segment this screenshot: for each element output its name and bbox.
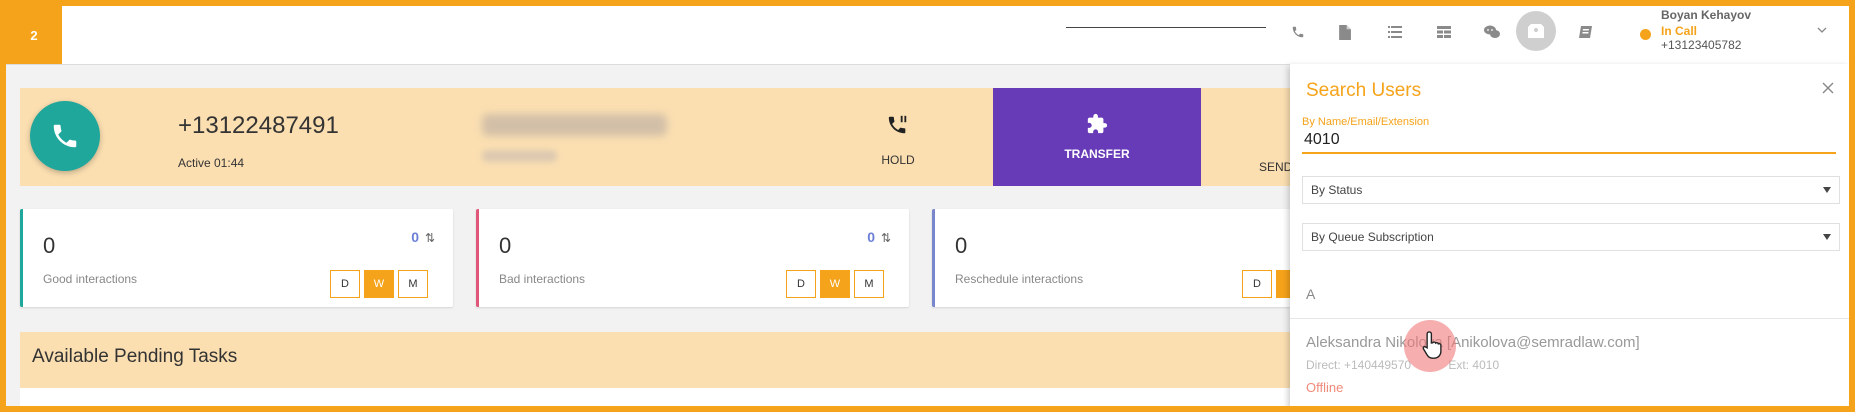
period-day-button[interactable]: D <box>786 270 816 298</box>
card-label: Good interactions <box>43 272 138 286</box>
dropdown-arrow-icon <box>1823 187 1831 193</box>
status-dot <box>1640 29 1651 40</box>
progress-line <box>1066 27 1266 28</box>
pending-tasks-title: Available Pending Tasks <box>32 346 238 367</box>
redacted-caller-info <box>482 150 557 162</box>
queue-select-label: By Queue Subscription <box>1311 230 1434 244</box>
document-icon[interactable] <box>1332 20 1356 44</box>
user-card-icon[interactable] <box>1516 11 1556 51</box>
user-result-status: Offline <box>1306 380 1344 395</box>
send-label[interactable]: SEND <box>1259 160 1292 174</box>
user-status: In Call <box>1661 24 1698 38</box>
period-month-button[interactable]: M <box>398 270 428 298</box>
table-icon[interactable] <box>1432 20 1456 44</box>
search-users-panel: Search Users By Name/Email/Extension By … <box>1290 64 1849 406</box>
divider <box>1290 318 1849 319</box>
status-select[interactable]: By Status <box>1302 176 1840 204</box>
card-value: 0 <box>955 233 968 258</box>
card-value: 0 <box>499 233 512 258</box>
chevron-down-icon[interactable] <box>1816 24 1828 36</box>
close-icon[interactable] <box>1820 80 1836 96</box>
phone-icon[interactable] <box>1286 20 1310 44</box>
hold-label: HOLD <box>881 153 915 167</box>
user-result-ext: Ext: 4010 <box>1448 358 1500 372</box>
card-count: 0 <box>411 229 419 245</box>
period-day-button[interactable]: D <box>330 270 360 298</box>
user-result-direct: Direct: +140449570 <box>1306 358 1412 372</box>
active-call-bar: +13122487491 Active 01:44 HOLD TRANSFER … <box>20 88 1300 186</box>
transfer-button[interactable]: TRANSFER <box>993 88 1201 186</box>
card-value: 0 <box>43 233 56 258</box>
chat-icon[interactable] <box>1480 20 1504 44</box>
panel-title: Search Users <box>1306 80 1422 101</box>
hand-pointer-icon <box>1422 331 1442 359</box>
sort-arrows-icon[interactable]: ⇅ <box>425 231 435 245</box>
card-label: Reschedule interactions <box>955 272 1084 286</box>
book-icon[interactable] <box>1574 20 1598 44</box>
list-icon[interactable] <box>1383 20 1407 44</box>
search-field-label: By Name/Email/Extension <box>1302 116 1430 128</box>
hold-button[interactable]: HOLD <box>860 114 936 167</box>
phone-icon <box>53 124 77 148</box>
user-result-contact: Direct: +140449570 Ext: 4010 <box>1306 358 1499 372</box>
bad-interactions-card: 0 Bad interactions 0 ⇅ D W M <box>476 209 909 307</box>
card-count: 0 <box>867 229 875 245</box>
period-month-button[interactable]: M <box>854 270 884 298</box>
app-frame: 2 Boyan Kehayov In Call +13123405782 +13… <box>0 0 1855 412</box>
pending-tasks-header: Available Pending Tasks <box>20 332 1300 388</box>
call-button[interactable] <box>30 101 100 171</box>
transfer-label: TRANSFER <box>1064 147 1130 161</box>
user-result-name[interactable]: Aleksandra Nikolova [Anikolova@semradlaw… <box>1306 334 1640 351</box>
call-duration: Active 01:44 <box>178 156 245 170</box>
tab-badge[interactable]: 2 <box>6 6 62 64</box>
period-week-button[interactable]: W <box>820 270 850 298</box>
period-week-button[interactable]: W <box>364 270 394 298</box>
user-name: Boyan Kehayov <box>1661 8 1752 22</box>
puzzle-icon <box>1087 113 1108 134</box>
good-interactions-card: 0 Good interactions 0 ⇅ D W M <box>20 209 453 307</box>
sort-arrows-icon[interactable]: ⇅ <box>881 231 891 245</box>
queue-subscription-select[interactable]: By Queue Subscription <box>1302 223 1840 251</box>
status-select-label: By Status <box>1311 183 1363 197</box>
period-day-button[interactable]: D <box>1242 270 1272 298</box>
caller-number: +13122487491 <box>178 112 339 139</box>
phone-pause-icon <box>888 115 907 134</box>
click-indicator <box>1404 320 1456 372</box>
redacted-caller-name <box>482 114 667 136</box>
pending-tasks-body <box>20 388 1300 406</box>
user-phone: +13123405782 <box>1661 38 1742 52</box>
top-bar: 2 Boyan Kehayov In Call +13123405782 <box>6 6 1849 65</box>
search-input[interactable] <box>1302 128 1836 154</box>
group-letter: A <box>1306 286 1316 302</box>
dropdown-arrow-icon <box>1823 234 1831 240</box>
card-label: Bad interactions <box>499 272 586 286</box>
